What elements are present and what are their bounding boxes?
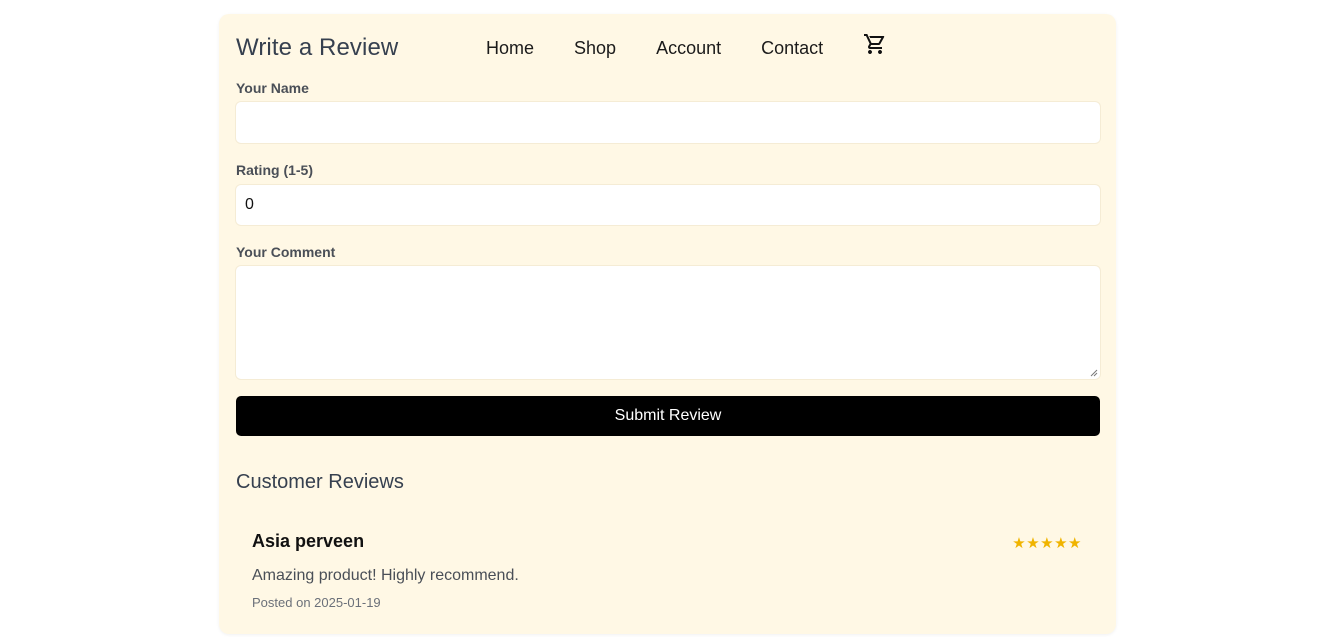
comment-label: Your Comment — [236, 244, 336, 260]
nav-link-home[interactable]: Home — [486, 38, 534, 59]
shopping-cart-icon[interactable] — [863, 34, 887, 61]
review-card-container: Write a Review Home Shop Account Contact… — [219, 14, 1116, 634]
name-label: Your Name — [236, 80, 309, 96]
page-title: Write a Review — [236, 34, 399, 61]
resize-grip-icon[interactable] — [1090, 369, 1098, 377]
star-rating-icon: ★★★★★ — [1012, 535, 1082, 552]
comment-textarea[interactable] — [236, 266, 1100, 379]
main-nav: Home Shop Account Contact — [486, 34, 887, 61]
reviewer-name: Asia perveen — [252, 531, 365, 551]
customer-reviews-heading: Customer Reviews — [236, 471, 404, 493]
submit-review-button[interactable]: Submit Review — [236, 396, 1100, 436]
rating-label: Rating (1-5) — [236, 162, 313, 178]
name-input[interactable] — [236, 102, 1100, 143]
nav-link-shop[interactable]: Shop — [574, 38, 616, 59]
nav-link-account[interactable]: Account — [656, 38, 721, 59]
rating-input[interactable] — [236, 185, 1100, 225]
nav-link-contact[interactable]: Contact — [761, 38, 823, 59]
review-comment: Amazing product! Highly recommend. — [252, 567, 519, 584]
header: Write a Review Home Shop Account Contact — [236, 31, 1100, 65]
review-item: Asia perveen ★★★★★ Amazing product! High… — [236, 517, 1100, 637]
